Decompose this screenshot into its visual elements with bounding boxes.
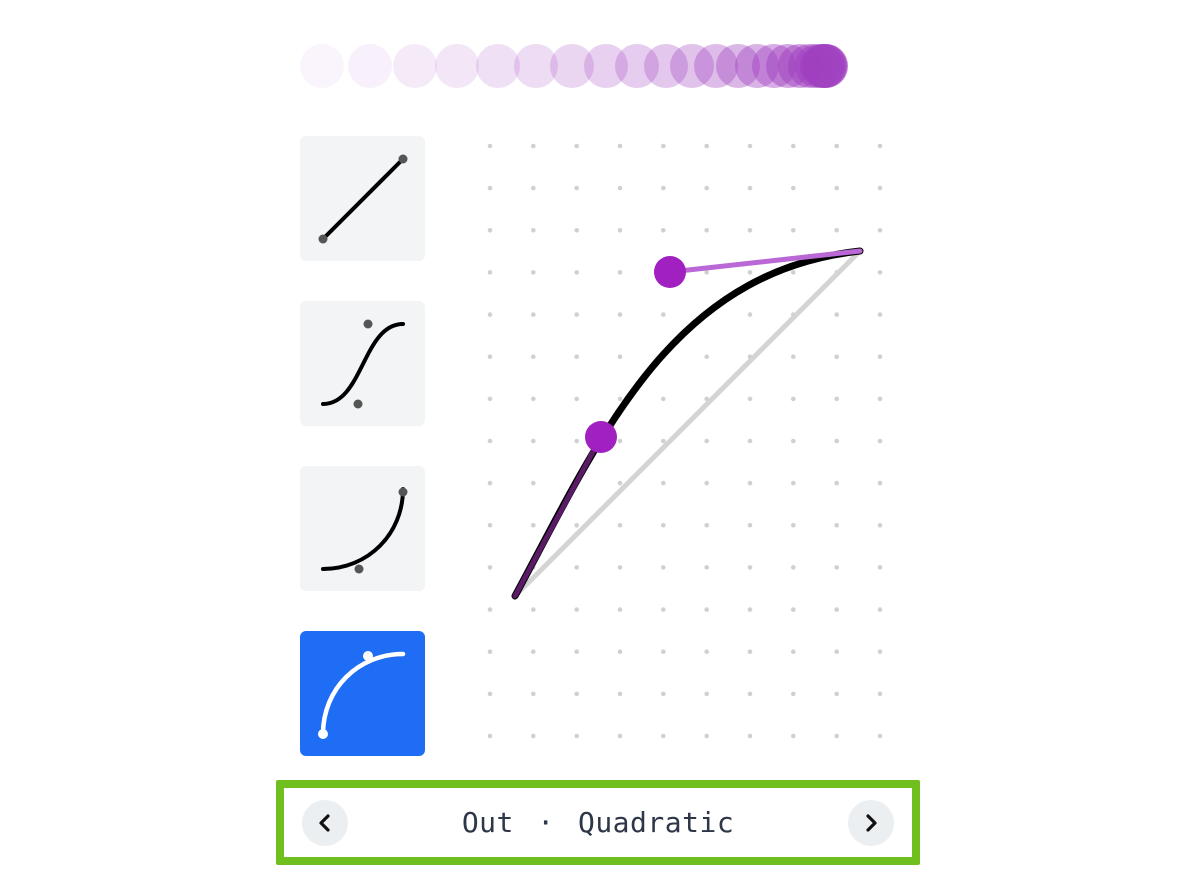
curve-name-label: Out · Quadratic bbox=[360, 806, 836, 839]
preset-list bbox=[300, 136, 425, 796]
bezier-editor[interactable] bbox=[470, 136, 900, 756]
easing-preview-trail bbox=[300, 40, 900, 92]
trail-dot bbox=[393, 44, 437, 88]
preset-ease-in-out[interactable] bbox=[300, 301, 425, 426]
trail-dot bbox=[435, 44, 479, 88]
curve-switcher-highlight: Out · Quadratic bbox=[276, 780, 920, 865]
chevron-right-icon bbox=[861, 813, 881, 833]
next-curve-button[interactable] bbox=[848, 800, 894, 846]
separator-text: · bbox=[537, 806, 554, 839]
linear-reference-line bbox=[515, 251, 860, 596]
ease-in-icon bbox=[313, 479, 413, 579]
preset-ease-in[interactable] bbox=[300, 466, 425, 591]
handle-p2[interactable] bbox=[654, 256, 686, 288]
trail-dot bbox=[476, 44, 520, 88]
direction-text: Out bbox=[462, 806, 514, 839]
grid-dots bbox=[488, 144, 883, 739]
handle-line-p2 bbox=[670, 251, 860, 272]
linear-icon bbox=[313, 149, 413, 249]
chevron-left-icon bbox=[315, 813, 335, 833]
handle-p1[interactable] bbox=[585, 421, 617, 453]
ease-out-icon bbox=[313, 644, 413, 744]
curve-switcher: Out · Quadratic bbox=[284, 788, 912, 857]
trail-dot bbox=[348, 44, 392, 88]
trail-dot bbox=[804, 44, 848, 88]
preset-ease-out[interactable] bbox=[300, 631, 425, 756]
trail-dot bbox=[300, 44, 344, 88]
easing-editor-panel: Out · Quadratic bbox=[0, 0, 1200, 878]
preset-linear[interactable] bbox=[300, 136, 425, 261]
ease-in-out-icon bbox=[313, 314, 413, 414]
curve-text: Quadratic bbox=[578, 806, 734, 839]
handle-line-p1 bbox=[515, 437, 601, 596]
prev-curve-button[interactable] bbox=[302, 800, 348, 846]
